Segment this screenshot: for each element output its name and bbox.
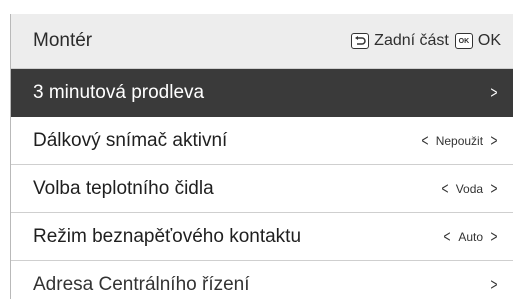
menu-item-central-control-address[interactable]: Adresa Centrálního řízení > (11, 261, 513, 299)
menu-item-label: Režim beznapěťového kontaktu (33, 225, 302, 247)
chevron-left-icon[interactable]: < (441, 180, 448, 197)
menu-item-label: Adresa Centrálního řízení (33, 273, 250, 295)
menu-item-value: Voda (455, 181, 484, 196)
menu-item-3-minute-delay[interactable]: 3 minutová prodleva > (11, 69, 513, 117)
ok-button[interactable]: OK OK (454, 32, 501, 50)
menu-item-value: Nepoužit (435, 133, 484, 148)
chevron-right-icon[interactable]: > (491, 132, 498, 149)
menu-item-controls: < Auto > (442, 228, 499, 245)
installer-menu-panel: Montér Zadní část OK OK 3 minutová prodl… (10, 14, 513, 299)
menu-item-controls: < Voda > (440, 180, 499, 197)
menu-item-controls: > (489, 276, 499, 293)
chevron-left-icon[interactable]: < (421, 132, 428, 149)
chevron-right-icon[interactable]: > (491, 84, 498, 101)
back-button[interactable]: Zadní část (351, 32, 449, 50)
chevron-right-icon[interactable]: > (491, 276, 498, 293)
menu-item-temperature-sensor[interactable]: Volba teplotního čidla < Voda > (11, 165, 513, 213)
chevron-left-icon[interactable]: < (444, 228, 451, 245)
page-title: Montér (33, 30, 93, 51)
menu-header: Montér Zadní část OK OK (11, 14, 513, 69)
back-arrow-icon (351, 33, 370, 49)
menu-item-label: Dálkový snímač aktivní (33, 129, 228, 151)
header-actions: Zadní část OK OK (351, 32, 501, 50)
chevron-right-icon[interactable]: > (491, 180, 498, 197)
menu-item-label: 3 minutová prodleva (33, 81, 205, 103)
menu-item-controls: < Nepoužit > (420, 132, 499, 149)
chevron-right-icon[interactable]: > (491, 228, 498, 245)
menu-item-remote-sensor[interactable]: Dálkový snímač aktivní < Nepoužit > (11, 117, 513, 165)
menu-item-value: Auto (458, 229, 484, 244)
ok-label: OK (477, 32, 501, 49)
menu-item-label: Volba teplotního čidla (33, 177, 214, 199)
menu-item-controls: > (489, 84, 499, 101)
ok-key-icon: OK (454, 33, 473, 49)
back-label: Zadní část (374, 32, 449, 49)
settings-list: 3 minutová prodleva > Dálkový snímač akt… (11, 69, 513, 299)
menu-item-dry-contact-mode[interactable]: Režim beznapěťového kontaktu < Auto > (11, 213, 513, 261)
